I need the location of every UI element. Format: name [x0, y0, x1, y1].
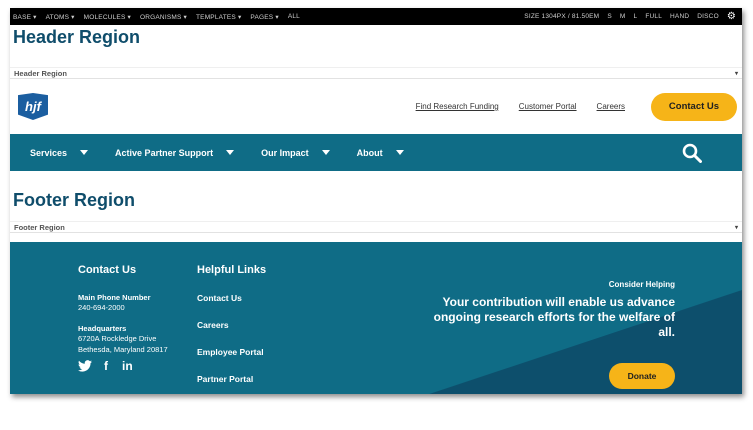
size-m-button[interactable]: M — [620, 13, 626, 20]
caret-down-icon — [80, 150, 89, 155]
footer-contact-heading: Contact Us — [78, 264, 137, 276]
address-line-2: Bethesda, Maryland 20817 — [78, 345, 168, 354]
viewport-size-readout: SIZE 1304PX / 81.50EM — [524, 13, 600, 20]
utility-nav: Find Research Funding Customer Portal Ca… — [416, 92, 737, 121]
size-disco-button[interactable]: DISCO — [697, 13, 719, 20]
social-links: f in — [78, 359, 168, 373]
header-region-title: Header Region — [13, 27, 141, 47]
help-caption: Consider Helping — [608, 280, 675, 289]
size-s-button[interactable]: S — [607, 13, 612, 20]
donate-button[interactable]: Donate — [609, 363, 675, 389]
chevron-down-icon[interactable]: ▾ — [735, 224, 738, 231]
nav-item-active-partner-support[interactable]: Active Partner Support — [115, 147, 235, 158]
caret-down-icon — [395, 150, 404, 155]
footer-links-heading: Helpful Links — [197, 264, 267, 276]
careers-link[interactable]: Careers — [597, 102, 625, 111]
facebook-icon[interactable]: f — [104, 359, 108, 373]
hjf-logo[interactable]: hjf — [18, 93, 48, 120]
footer-links-column: Helpful Links Contact Us Careers Employe… — [197, 264, 266, 394]
find-research-funding-link[interactable]: Find Research Funding — [416, 102, 499, 111]
toolbar-organisms[interactable]: ORGANISMS ▾ — [140, 13, 187, 21]
header-region-bar[interactable]: Header Region ▾ — [10, 67, 742, 79]
region-bar-label: Header Region — [14, 68, 67, 78]
footer-link-employee-portal[interactable]: Employee Portal — [197, 347, 266, 357]
footer-link-partner-portal[interactable]: Partner Portal — [197, 374, 266, 384]
toolbar-molecules[interactable]: MOLECULES ▾ — [84, 13, 131, 21]
footer-region-title: Footer Region — [13, 190, 135, 210]
size-full-button[interactable]: FULL — [645, 13, 662, 20]
nav-item-label: Active Partner Support — [115, 147, 214, 158]
region-bar-label: Footer Region — [14, 222, 65, 232]
nav-item-our-impact[interactable]: Our Impact — [261, 148, 330, 158]
toolbar-pages[interactable]: PAGES ▾ — [250, 13, 278, 21]
pattern-lab-toolbar: BASE ▾ ATOMS ▾ MOLECULES ▾ ORGANISMS ▾ T… — [10, 8, 742, 25]
toolbar-all[interactable]: ALL — [288, 13, 300, 20]
twitter-icon[interactable] — [78, 360, 92, 372]
toolbar-atoms[interactable]: ATOMS ▾ — [46, 13, 75, 21]
toolbar-base[interactable]: BASE ▾ — [13, 13, 37, 21]
nav-item-services[interactable]: Services — [30, 147, 89, 158]
size-l-button[interactable]: L — [633, 13, 637, 20]
size-hand-button[interactable]: HAND — [670, 13, 689, 20]
phone-label: Main Phone Number — [78, 293, 151, 302]
nav-item-label: Services — [30, 147, 68, 158]
site-header: hjf Find Research Funding Customer Porta… — [10, 79, 742, 134]
footer-contact-column: Contact Us Main Phone Number 240-694-200… — [78, 264, 168, 373]
contact-us-button[interactable]: Contact Us — [651, 92, 737, 121]
nav-item-about[interactable]: About — [357, 148, 404, 158]
customer-portal-link[interactable]: Customer Portal — [519, 102, 577, 111]
chevron-down-icon[interactable]: ▾ — [735, 70, 738, 77]
hq-label: Headquarters — [78, 324, 127, 333]
linkedin-icon[interactable]: in — [122, 359, 133, 373]
address-line-1: 6720A Rockledge Drive — [78, 334, 157, 343]
footer-link-contact-us[interactable]: Contact Us — [197, 293, 266, 303]
consider-helping: Consider Helping Your contribution will … — [415, 280, 675, 340]
caret-down-icon — [226, 150, 235, 155]
gear-icon[interactable]: ⚙ — [727, 11, 736, 22]
caret-down-icon — [321, 150, 330, 155]
nav-item-label: Our Impact — [261, 147, 309, 158]
help-message: Your contribution will enable us advance… — [433, 295, 675, 339]
footer-link-careers[interactable]: Careers — [197, 320, 266, 330]
search-icon[interactable] — [682, 143, 702, 163]
browser-frame: BASE ▾ ATOMS ▾ MOLECULES ▾ ORGANISMS ▾ T… — [10, 8, 742, 394]
phone-number[interactable]: 240-694-2000 — [78, 302, 168, 313]
footer-region-bar[interactable]: Footer Region ▾ — [10, 221, 742, 233]
nav-item-label: About — [356, 147, 383, 158]
site-footer: Contact Us Main Phone Number 240-694-200… — [10, 242, 742, 394]
main-nav: Services Active Partner Support Our Impa… — [10, 134, 742, 171]
toolbar-templates[interactable]: TEMPLATES ▾ — [196, 13, 241, 21]
